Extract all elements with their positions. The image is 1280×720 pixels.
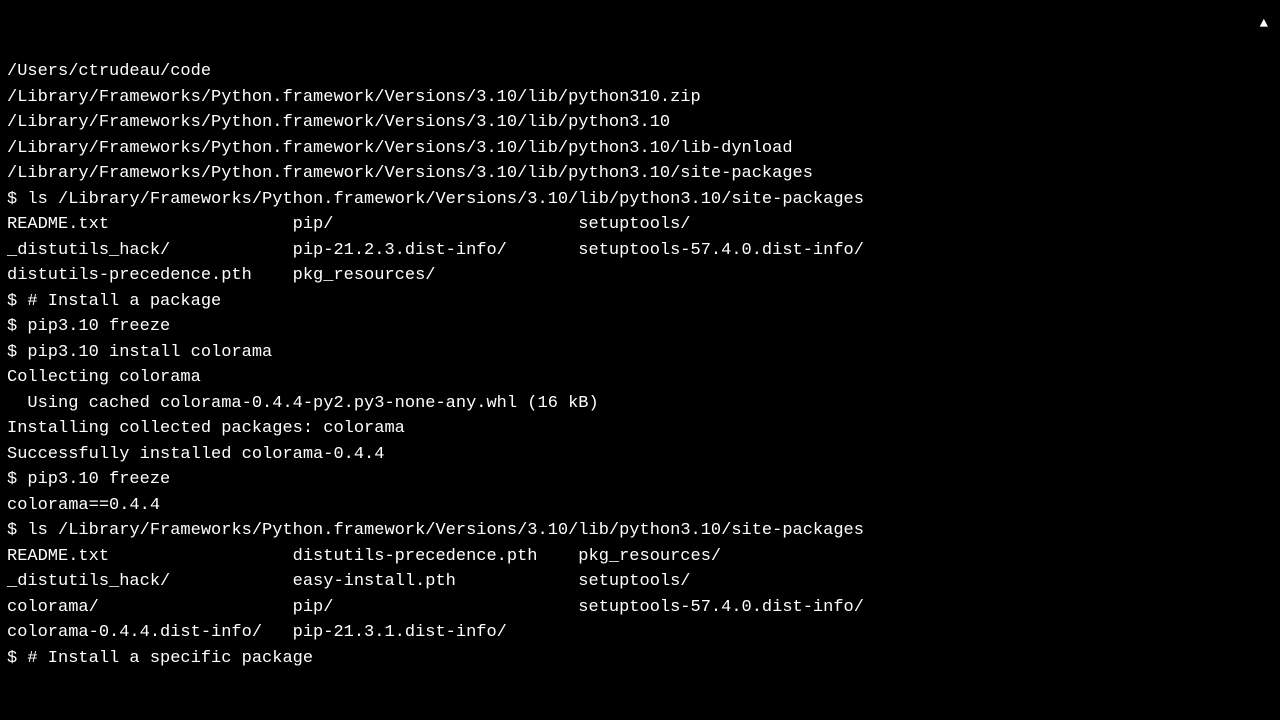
terminal-scrollback: /Users/ctrudeau/code/Library/Frameworks/… xyxy=(7,59,1273,671)
command-text: pip3.10 install colorama xyxy=(27,343,272,362)
terminal-output-line: /Library/Frameworks/Python.framework/Ver… xyxy=(7,161,1273,187)
terminal-output-line: Using cached colorama-0.4.4-py2.py3-none… xyxy=(7,391,1273,417)
terminal-output-line: Successfully installed colorama-0.4.4 xyxy=(7,442,1273,468)
terminal-prompt-line: ls /Library/Frameworks/Python.framework/… xyxy=(7,518,1273,544)
command-text: ls /Library/Frameworks/Python.framework/… xyxy=(27,190,864,209)
command-text: pip3.10 freeze xyxy=(27,317,170,336)
terminal-output-line: README.txt pip/ setuptools/ xyxy=(7,212,1273,238)
command-text: pip3.10 freeze xyxy=(27,470,170,489)
terminal-output-line: colorama==0.4.4 xyxy=(7,493,1273,519)
command-text: # Install a specific package xyxy=(27,649,313,668)
terminal-output-line: colorama/ pip/ setuptools-57.4.0.dist-in… xyxy=(7,595,1273,621)
command-text: # Install a package xyxy=(27,292,221,311)
terminal-output-line: _distutils_hack/ pip-21.2.3.dist-info/ s… xyxy=(7,238,1273,264)
terminal-output-line: Installing collected packages: colorama xyxy=(7,416,1273,442)
terminal-output-line: /Library/Frameworks/Python.framework/Ver… xyxy=(7,110,1273,136)
terminal-output-line: /Library/Frameworks/Python.framework/Ver… xyxy=(7,136,1273,162)
terminal-prompt-line: pip3.10 freeze xyxy=(7,314,1273,340)
terminal-prompt-line: # Install a specific package xyxy=(7,646,1273,672)
scroll-up-icon: ▲ xyxy=(1260,12,1268,38)
terminal-prompt-line: ls /Library/Frameworks/Python.framework/… xyxy=(7,187,1273,213)
terminal-prompt-line: pip3.10 freeze xyxy=(7,467,1273,493)
terminal-prompt-line: # Install a package xyxy=(7,289,1273,315)
terminal-output-line: colorama-0.4.4.dist-info/ pip-21.3.1.dis… xyxy=(7,620,1273,646)
terminal-prompt-line: pip3.10 install colorama xyxy=(7,340,1273,366)
command-text: ls /Library/Frameworks/Python.framework/… xyxy=(27,521,864,540)
terminal-output-line: Collecting colorama xyxy=(7,365,1273,391)
terminal-output-line: /Users/ctrudeau/code xyxy=(7,59,1273,85)
terminal-output-line: distutils-precedence.pth pkg_resources/ xyxy=(7,263,1273,289)
terminal-output-line: /Library/Frameworks/Python.framework/Ver… xyxy=(7,85,1273,111)
terminal-output-line: README.txt distutils-precedence.pth pkg_… xyxy=(7,544,1273,570)
terminal-output-line: _distutils_hack/ easy-install.pth setupt… xyxy=(7,569,1273,595)
terminal-viewport[interactable]: /Users/ctrudeau/code/Library/Frameworks/… xyxy=(0,0,1280,720)
